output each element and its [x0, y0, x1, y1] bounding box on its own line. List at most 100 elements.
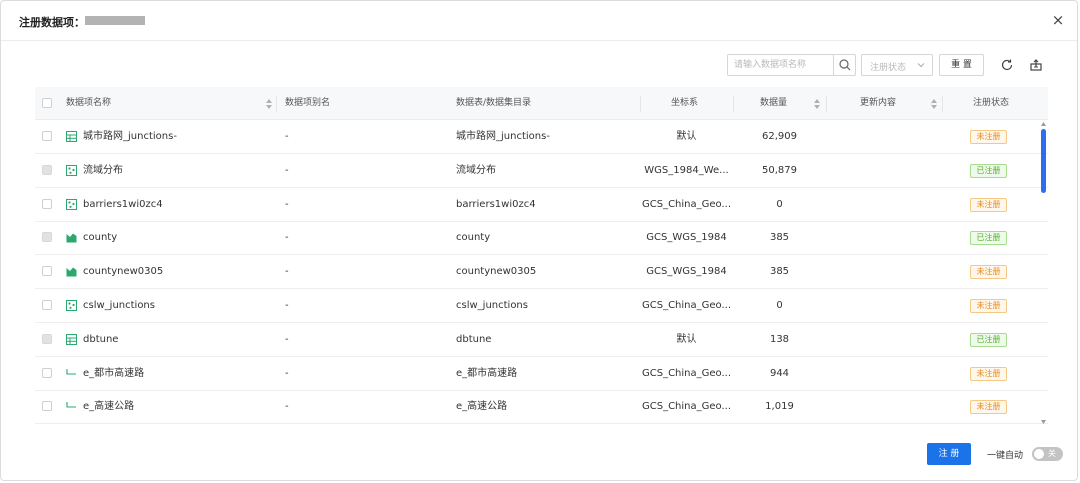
status-badge: 未注册: [970, 130, 1007, 144]
cell-alias: -: [285, 198, 289, 210]
cell-alias: -: [285, 232, 289, 244]
toggle-knob: [1034, 449, 1044, 459]
row-checkbox[interactable]: [42, 131, 52, 141]
cell-crs: 默认: [676, 131, 697, 142]
status-badge: 未注册: [970, 400, 1007, 415]
cell-name: e_都市高速路: [83, 367, 145, 379]
cell-alias: -: [285, 131, 289, 142]
table-row[interactable]: e_高速公路 - e_高速公路 GCS_China_Geo... 1,019 未注册: [35, 390, 1048, 425]
cell-count: 50,879: [762, 164, 797, 176]
status-badge: 已注册: [970, 231, 1007, 246]
column-divider: [826, 96, 827, 112]
cell-update: [835, 221, 935, 254]
status-badge: 已注册: [970, 332, 1007, 347]
cell-count: 138: [769, 333, 790, 345]
row-checkbox[interactable]: [42, 367, 52, 378]
cell-crs: WGS_1984_We...: [644, 164, 729, 176]
column-divider: [733, 96, 734, 112]
row-checkbox[interactable]: [42, 401, 52, 412]
table-row[interactable]: 城市路网_junctions- - 城市路网_junctions- 默认 62,909 未…: [35, 120, 1048, 154]
cell-update: [835, 120, 935, 153]
status-filter-select[interactable]: 注册状态: [861, 54, 933, 76]
status-badge: 未注册: [970, 197, 1007, 212]
sort-icon[interactable]: [814, 99, 820, 109]
row-checkbox[interactable]: [42, 198, 52, 209]
cell-name: county: [83, 232, 118, 244]
status-badge: 未注册: [970, 366, 1007, 381]
cell-name: e_高速公路: [83, 401, 135, 413]
search-icon[interactable]: [833, 55, 855, 75]
cell-source: e_高速公路: [456, 401, 508, 413]
close-icon[interactable]: ×: [1051, 13, 1065, 28]
cell-alias: -: [285, 266, 289, 278]
cell-count: 0: [776, 198, 783, 210]
register-button[interactable]: 注 册: [927, 443, 971, 465]
table-row[interactable]: dbtune - dbtune 默认 138 已注册: [35, 323, 1048, 357]
redacted-title-value: [85, 16, 145, 25]
cell-source: e_都市高速路: [456, 367, 518, 379]
reset-button[interactable]: 重 置: [939, 54, 984, 76]
column-divider: [942, 96, 943, 112]
line-icon: [66, 368, 77, 379]
cell-source: dbtune: [456, 333, 492, 345]
cell-name: 城市路网_junctions-: [83, 131, 177, 142]
export-icon[interactable]: [1029, 58, 1043, 72]
cell-update: [835, 390, 935, 423]
cell-alias: -: [285, 401, 289, 413]
point-icon: [66, 164, 77, 176]
cell-update: [835, 255, 935, 288]
dialog-title: 注册数据项：: [19, 16, 85, 29]
table-icon: [66, 131, 77, 142]
toggle-state-label: 关: [1048, 449, 1056, 458]
table-row[interactable]: barriers1wi0zc4 - barriers1wi0zc4 GCS_China…: [35, 188, 1048, 222]
row-checkbox: [42, 232, 52, 243]
cell-crs: GCS_China_Geo...: [641, 401, 732, 413]
column-divider: [276, 96, 277, 112]
scrollbar-thumb[interactable]: [1041, 129, 1046, 193]
cell-name: dbtune: [83, 333, 119, 345]
line-icon: [66, 401, 77, 412]
cell-crs: GCS_China_Geo...: [641, 198, 732, 210]
table-row[interactable]: 流域分布 - 流域分布 WGS_1984_We... 50,879 已注册: [35, 154, 1048, 188]
column-divider: [640, 96, 641, 112]
cell-name: 流域分布: [83, 164, 123, 176]
sort-icon[interactable]: [266, 99, 272, 109]
row-checkbox: [42, 164, 52, 175]
cell-source: barriers1wi0zc4: [456, 198, 536, 210]
dialog-header: 注册数据项： ×: [1, 1, 1077, 41]
status-badge: 已注册: [970, 163, 1007, 178]
cell-alias: -: [285, 300, 289, 311]
refresh-icon[interactable]: [1000, 58, 1014, 72]
cell-alias: -: [285, 333, 289, 345]
cell-source: countynew0305: [456, 266, 537, 278]
sort-icon[interactable]: [931, 99, 937, 109]
auto-register-label: 一键自动: [987, 451, 1024, 461]
select-all-checkbox[interactable]: [42, 98, 52, 108]
table-icon: [66, 333, 77, 345]
search-input[interactable]: [734, 58, 830, 72]
row-checkbox[interactable]: [42, 300, 52, 310]
table-row[interactable]: countynew0305 - countynew0305 GCS_WGS_1984 3…: [35, 255, 1048, 290]
table-scrollbar[interactable]: [1040, 122, 1046, 424]
cell-source: cslw_junctions: [456, 300, 528, 311]
cell-update: [835, 188, 935, 221]
cell-count: 1,019: [765, 401, 794, 413]
cell-crs: GCS_WGS_1984: [646, 232, 727, 244]
table-row[interactable]: e_都市高速路 - e_都市高速路 GCS_China_Geo... 944 未注册: [35, 357, 1048, 391]
chevron-down-icon: [916, 60, 926, 70]
cell-name: countynew0305: [83, 266, 164, 278]
table-row[interactable]: county - county GCS_WGS_1984 385 已注册: [35, 221, 1048, 256]
cell-crs: 默认: [676, 333, 697, 345]
status-badge: 未注册: [970, 299, 1007, 313]
cell-count: 62,909: [762, 131, 797, 142]
row-checkbox: [42, 333, 52, 344]
cell-crs: GCS_WGS_1984: [646, 266, 727, 278]
table-row[interactable]: cslw_junctions - cslw_junctions GCS_China_G…: [35, 289, 1048, 323]
header-source: 数据表/数据集目录: [456, 98, 532, 108]
row-checkbox[interactable]: [42, 266, 52, 277]
header-update: 更新内容: [860, 98, 897, 108]
header-status: 注册状态: [973, 98, 1010, 108]
cell-update: [835, 154, 935, 187]
auto-register-toggle[interactable]: 关: [1032, 447, 1063, 461]
header-name: 数据项名称: [66, 98, 112, 108]
